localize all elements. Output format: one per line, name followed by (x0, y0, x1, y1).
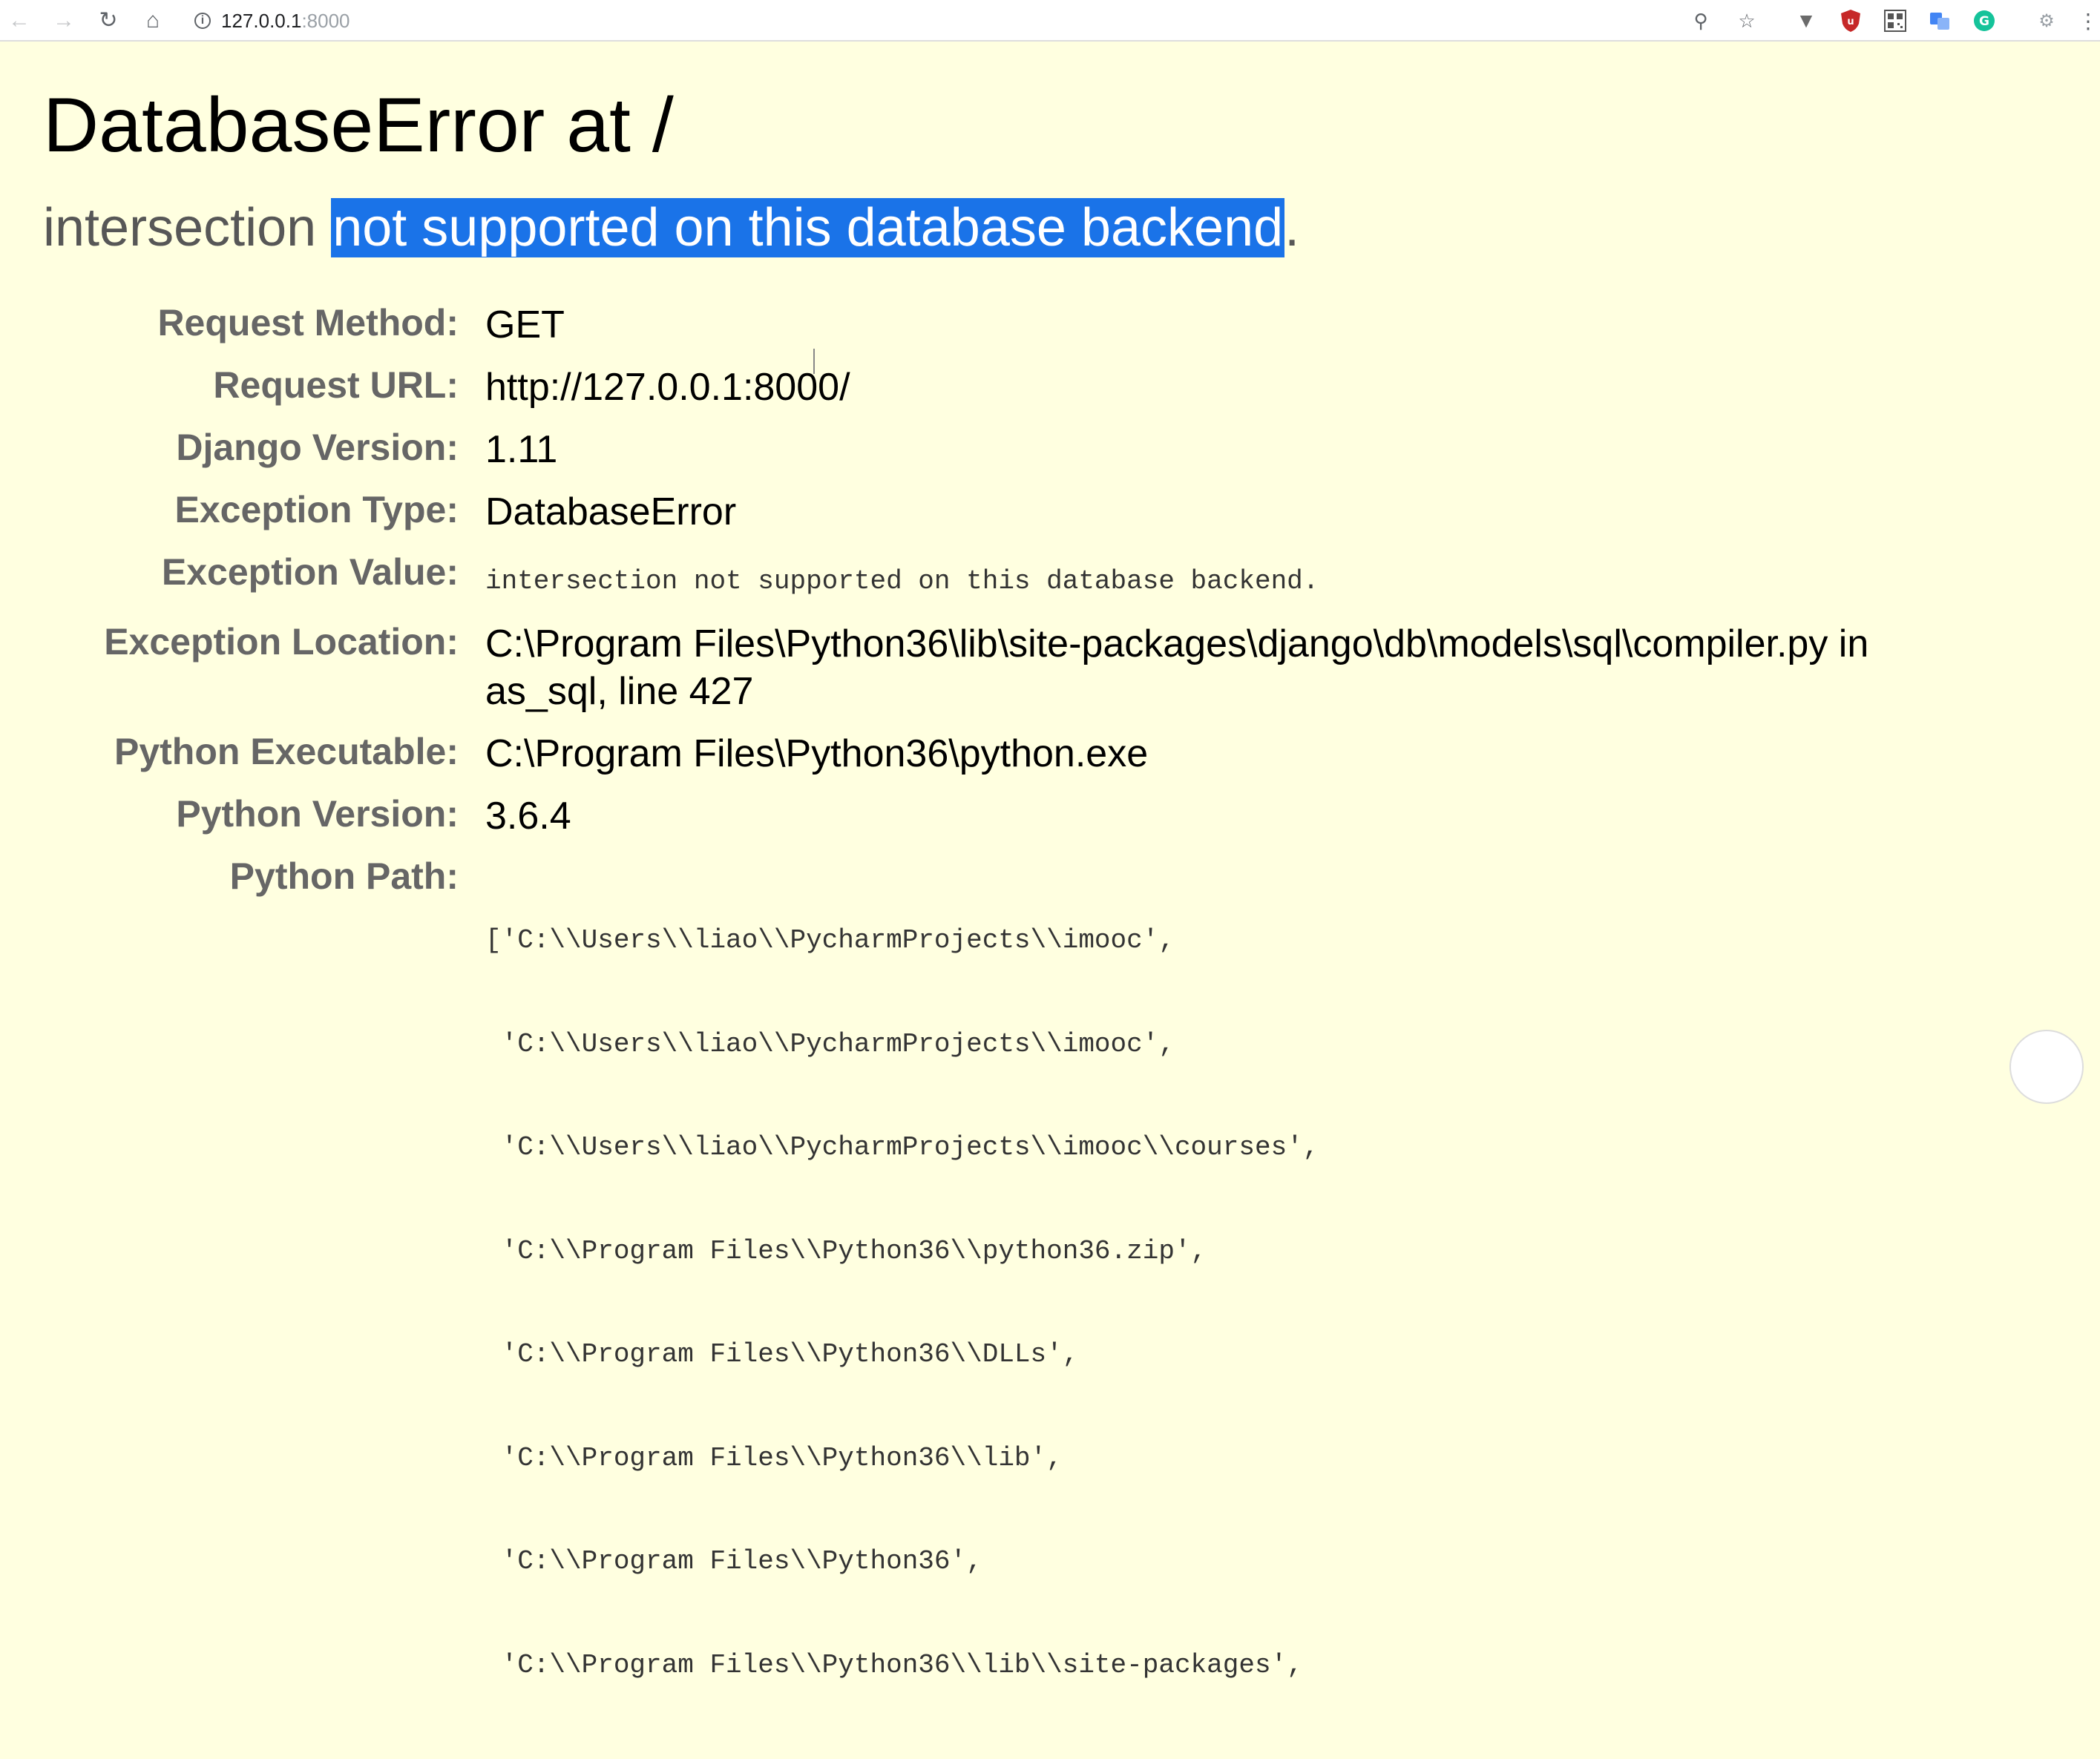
meta-label: Exception Value: (161, 551, 459, 593)
meta-row-request-method: Request Method: GET (0, 294, 1977, 356)
meta-label: Request Method: (157, 302, 459, 343)
exception-value-text: intersection not supported on this datab… (485, 566, 1319, 596)
summary-suffix: . (1284, 198, 1300, 257)
info-icon[interactable]: i (194, 13, 211, 29)
meta-row-request-url: Request URL: http://127.0.0.1:8000/ (0, 356, 1977, 418)
ublock-icon[interactable]: u (1837, 7, 1864, 34)
svg-text:G: G (1979, 14, 1989, 29)
meta-row-python-executable: Python Executable: C:\Program Files\Pyth… (0, 723, 1977, 785)
translate-icon[interactable] (1926, 7, 1953, 34)
meta-value: 3.6.4 (485, 795, 571, 838)
extension-icon[interactable]: ⚙ (2033, 7, 2060, 34)
python-path-item: 'C:\\Users\\liao\\PycharmProjects\\imooc… (485, 1132, 1319, 1163)
svg-text:u: u (1847, 16, 1854, 27)
vpn-icon[interactable]: ▼ (1793, 7, 1820, 34)
request-meta-table: Request Method: GET Request URL: http://… (0, 294, 1977, 1759)
meta-row-exception-location: Exception Location: C:\Program Files\Pyt… (0, 613, 1977, 723)
python-path-list: ['C:\\Users\\liao\\PycharmProjects\\imoo… (485, 855, 1977, 1752)
meta-value: 1.11 (485, 428, 558, 471)
text-cursor (813, 349, 815, 374)
reload-icon[interactable]: ↻ (93, 6, 123, 36)
url-host: 127.0.0.1 (221, 9, 302, 32)
home-icon[interactable]: ⌂ (138, 6, 168, 36)
meta-value: GET (485, 303, 565, 346)
meta-label: Request URL: (213, 364, 459, 406)
python-path-item: 'C:\\Users\\liao\\PycharmProjects\\imooc… (485, 1028, 1175, 1059)
meta-label: Python Executable: (114, 731, 459, 772)
meta-row-exception-type: Exception Type: DatabaseError (0, 481, 1977, 543)
meta-value: C:\Program Files\Python36\python.exe (485, 732, 1149, 775)
error-summary: intersection not supported on this datab… (43, 197, 1299, 258)
error-page: DatabaseError at / intersection not supp… (0, 42, 2100, 1680)
meta-row-python-version: Python Version: 3.6.4 (0, 785, 1977, 847)
meta-row-python-path: Python Path: ['C:\\Users\\liao\\PycharmP… (0, 847, 1977, 1759)
star-icon[interactable]: ☆ (1733, 7, 1760, 34)
meta-value: http://127.0.0.1:8000/ (485, 366, 850, 409)
address-bar[interactable]: i 127.0.0.1:8000 (194, 4, 350, 37)
back-icon[interactable]: ← (4, 6, 34, 36)
meta-label: Python Version: (176, 793, 459, 835)
python-path-item: 'C:\\Program Files\\Python36\\lib\\site-… (485, 1649, 1303, 1680)
meta-value: ['C:\\Users\\liao\\PycharmProjects\\imoo… (485, 847, 1977, 1759)
zoom-icon[interactable]: ⚲ (1687, 7, 1714, 34)
selected-text[interactable]: not supported on this database backend (331, 198, 1285, 257)
python-path-item: 'C:\\Program Files\\Python36\\lib', (485, 1442, 1063, 1473)
python-path-item: 'C:\\Program Files\\Python36\\python36.z… (485, 1235, 1207, 1266)
meta-row-django-version: Django Version: 1.11 (0, 418, 1977, 481)
qr-icon[interactable] (1882, 7, 1909, 34)
meta-label: Django Version: (176, 427, 459, 468)
meta-value: DatabaseError (485, 490, 737, 533)
python-path-item: 'C:\\Program Files\\Python36', (485, 1546, 982, 1576)
page-title: DatabaseError at / (43, 82, 674, 168)
url-port: :8000 (301, 9, 350, 32)
meta-row-exception-value: Exception Value: intersection not suppor… (0, 543, 1977, 613)
scroll-to-top-button[interactable] (2009, 1030, 2084, 1104)
meta-label: Exception Location: (104, 621, 459, 662)
python-path-item: 'C:\\Program Files\\Python36\\DLLs', (485, 1339, 1079, 1370)
grammarly-icon[interactable]: G (1971, 7, 1998, 34)
browser-toolbar: ← → ↻ ⌂ i 127.0.0.1:8000 ⚲ ☆ ▼ u G ⚙ ⋮ (0, 0, 2100, 42)
meta-label: Python Path: (229, 855, 459, 897)
python-path-item: ['C:\\Users\\liao\\PycharmProjects\\imoo… (485, 925, 1175, 956)
summary-prefix: intersection (43, 198, 332, 257)
meta-label: Exception Type: (174, 489, 459, 530)
meta-value: intersection not supported on this datab… (485, 543, 1977, 613)
forward-icon[interactable]: → (49, 6, 79, 36)
meta-value: C:\Program Files\Python36\lib\site-packa… (485, 622, 1869, 713)
menu-icon[interactable]: ⋮ (2075, 7, 2100, 34)
